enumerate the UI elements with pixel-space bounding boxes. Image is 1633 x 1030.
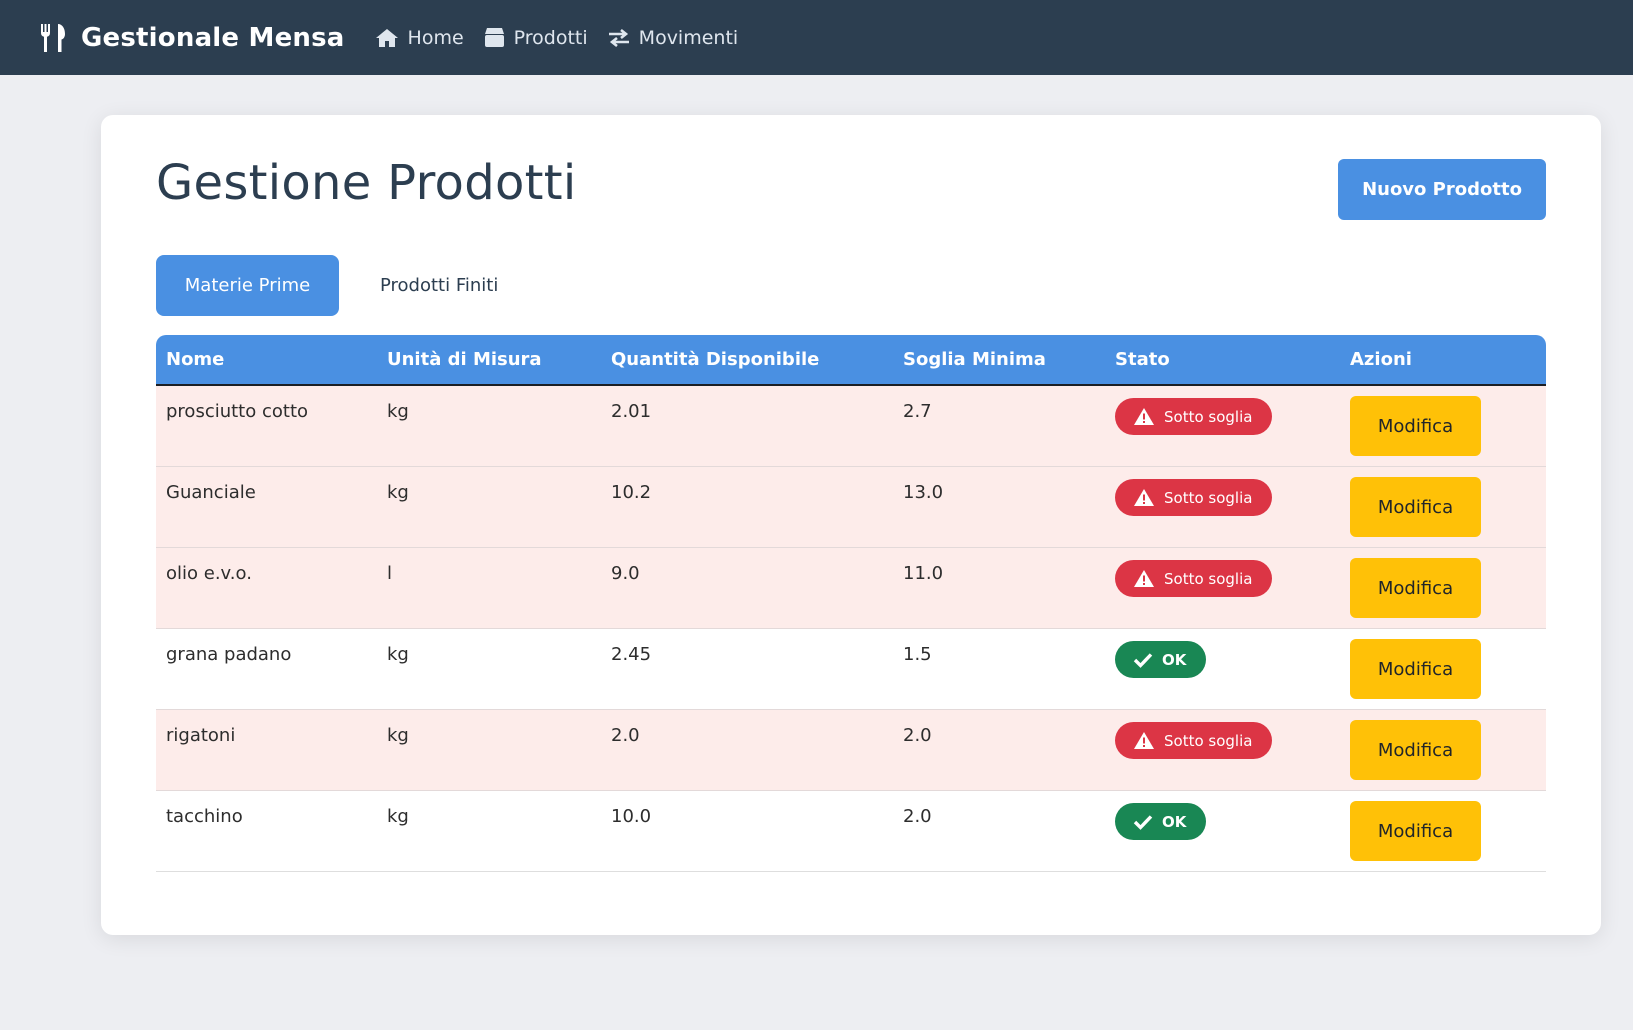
cell-soglia: 11.0 <box>893 548 1105 629</box>
cell-stato: Sotto soglia <box>1105 467 1340 548</box>
cell-nome: Guanciale <box>156 467 377 548</box>
table-row: tacchino kg 10.0 2.0 OK Modifica <box>156 791 1546 872</box>
new-product-button[interactable]: Nuovo Prodotto <box>1338 159 1546 220</box>
status-text: OK <box>1162 650 1187 669</box>
status-text: Sotto soglia <box>1164 731 1253 750</box>
cell-unita: kg <box>377 710 601 791</box>
top-navbar: Gestionale Mensa Home Prodotti Movimenti <box>0 0 1633 75</box>
cell-soglia: 2.0 <box>893 710 1105 791</box>
cell-stato: Sotto soglia <box>1105 386 1340 467</box>
edit-button[interactable]: Modifica <box>1350 558 1481 618</box>
cell-soglia: 2.0 <box>893 791 1105 872</box>
status-text: OK <box>1162 812 1187 831</box>
box-icon <box>484 28 504 47</box>
header-stato[interactable]: Stato <box>1105 335 1340 386</box>
brand-title: Gestionale Mensa <box>81 22 345 53</box>
cell-unita: l <box>377 548 601 629</box>
warning-icon <box>1134 570 1154 587</box>
status-badge: Sotto soglia <box>1115 479 1273 516</box>
header-soglia[interactable]: Soglia Minima <box>893 335 1105 386</box>
status-badge: Sotto soglia <box>1115 722 1273 759</box>
nav-home-label: Home <box>407 26 464 49</box>
cell-stato: Sotto soglia <box>1105 710 1340 791</box>
cell-azioni: Modifica <box>1340 548 1546 629</box>
edit-button[interactable]: Modifica <box>1350 396 1481 456</box>
edit-button[interactable]: Modifica <box>1350 801 1481 861</box>
cell-nome: rigatoni <box>156 710 377 791</box>
status-text: Sotto soglia <box>1164 488 1253 507</box>
home-icon <box>375 28 398 47</box>
cell-unita: kg <box>377 467 601 548</box>
cell-soglia: 1.5 <box>893 629 1105 710</box>
table-body: prosciutto cotto kg 2.01 2.7 Sotto sogli… <box>156 386 1546 872</box>
table-header-row: Nome Unità di Misura Quantità Disponibil… <box>156 335 1546 386</box>
status-text: Sotto soglia <box>1164 569 1253 588</box>
cell-azioni: Modifica <box>1340 710 1546 791</box>
cell-azioni: Modifica <box>1340 467 1546 548</box>
edit-button[interactable]: Modifica <box>1350 477 1481 537</box>
cell-quantita: 10.0 <box>601 791 893 872</box>
cell-stato: OK <box>1105 791 1340 872</box>
cell-quantita: 2.01 <box>601 386 893 467</box>
cell-soglia: 13.0 <box>893 467 1105 548</box>
status-badge: Sotto soglia <box>1115 398 1273 435</box>
header-quantita[interactable]: Quantità Disponibile <box>601 335 893 386</box>
brand-link[interactable]: Gestionale Mensa <box>39 23 345 53</box>
exchange-icon <box>608 28 629 47</box>
table-row: olio e.v.o. l 9.0 11.0 Sotto soglia Modi… <box>156 548 1546 629</box>
warning-icon <box>1134 732 1154 749</box>
cell-unita: kg <box>377 386 601 467</box>
products-card: Gestione Prodotti Nuovo Prodotto Materie… <box>101 115 1601 935</box>
table-row: prosciutto cotto kg 2.01 2.7 Sotto sogli… <box>156 386 1546 467</box>
nav-movimenti-label: Movimenti <box>638 26 739 49</box>
cell-unita: kg <box>377 791 601 872</box>
table-row: Guanciale kg 10.2 13.0 Sotto soglia Modi… <box>156 467 1546 548</box>
nav-prodotti[interactable]: Prodotti <box>484 27 588 49</box>
cell-nome: tacchino <box>156 791 377 872</box>
products-table: Nome Unità di Misura Quantità Disponibil… <box>156 335 1546 872</box>
cell-quantita: 2.45 <box>601 629 893 710</box>
cell-azioni: Modifica <box>1340 791 1546 872</box>
check-icon <box>1133 652 1153 668</box>
cell-soglia: 2.7 <box>893 386 1105 467</box>
header-unita[interactable]: Unità di Misura <box>377 335 601 386</box>
cell-nome: olio e.v.o. <box>156 548 377 629</box>
cell-azioni: Modifica <box>1340 629 1546 710</box>
cell-stato: OK <box>1105 629 1340 710</box>
check-icon <box>1133 814 1153 830</box>
warning-icon <box>1134 408 1154 425</box>
tab-prodotti-finiti[interactable]: Prodotti Finiti <box>350 255 528 316</box>
cell-quantita: 10.2 <box>601 467 893 548</box>
table-row: grana padano kg 2.45 1.5 OK Modifica <box>156 629 1546 710</box>
cell-azioni: Modifica <box>1340 386 1546 467</box>
status-badge: OK <box>1115 803 1207 840</box>
status-text: Sotto soglia <box>1164 407 1253 426</box>
table-row: rigatoni kg 2.0 2.0 Sotto soglia Modific… <box>156 710 1546 791</box>
tab-materie-prime[interactable]: Materie Prime <box>156 255 339 316</box>
cell-stato: Sotto soglia <box>1105 548 1340 629</box>
header-azioni: Azioni <box>1340 335 1546 386</box>
page-title: Gestione Prodotti <box>156 155 577 211</box>
nav-prodotti-label: Prodotti <box>513 26 588 49</box>
cell-quantita: 9.0 <box>601 548 893 629</box>
cell-unita: kg <box>377 629 601 710</box>
nav-movimenti[interactable]: Movimenti <box>608 26 739 49</box>
cell-quantita: 2.0 <box>601 710 893 791</box>
cell-nome: prosciutto cotto <box>156 386 377 467</box>
product-tabs: Materie Prime Prodotti Finiti <box>156 255 528 316</box>
edit-button[interactable]: Modifica <box>1350 720 1481 780</box>
status-badge: OK <box>1115 641 1207 678</box>
utensils-icon <box>41 23 65 52</box>
edit-button[interactable]: Modifica <box>1350 639 1481 699</box>
header-nome[interactable]: Nome <box>156 335 377 386</box>
status-badge: Sotto soglia <box>1115 560 1273 597</box>
warning-icon <box>1134 489 1154 506</box>
nav-home[interactable]: Home <box>375 27 464 49</box>
cell-nome: grana padano <box>156 629 377 710</box>
